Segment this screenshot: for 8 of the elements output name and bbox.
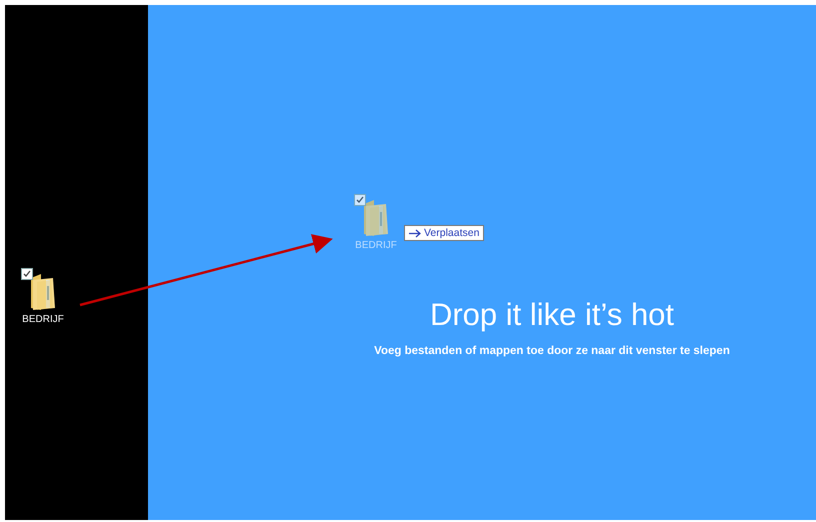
checkbox[interactable] bbox=[354, 194, 366, 206]
move-tooltip: Verplaatsen bbox=[404, 225, 484, 241]
folder-label: BEDRIJF bbox=[22, 314, 64, 325]
drop-subtitle: Voeg bestanden of mappen toe door ze naar dit venster te slepen bbox=[374, 345, 730, 357]
drop-title: Drop it like it’s hot bbox=[430, 297, 674, 333]
arrow-icon bbox=[409, 228, 421, 238]
checkbox[interactable] bbox=[21, 268, 33, 280]
folder-label: BEDRIJF bbox=[355, 240, 397, 251]
